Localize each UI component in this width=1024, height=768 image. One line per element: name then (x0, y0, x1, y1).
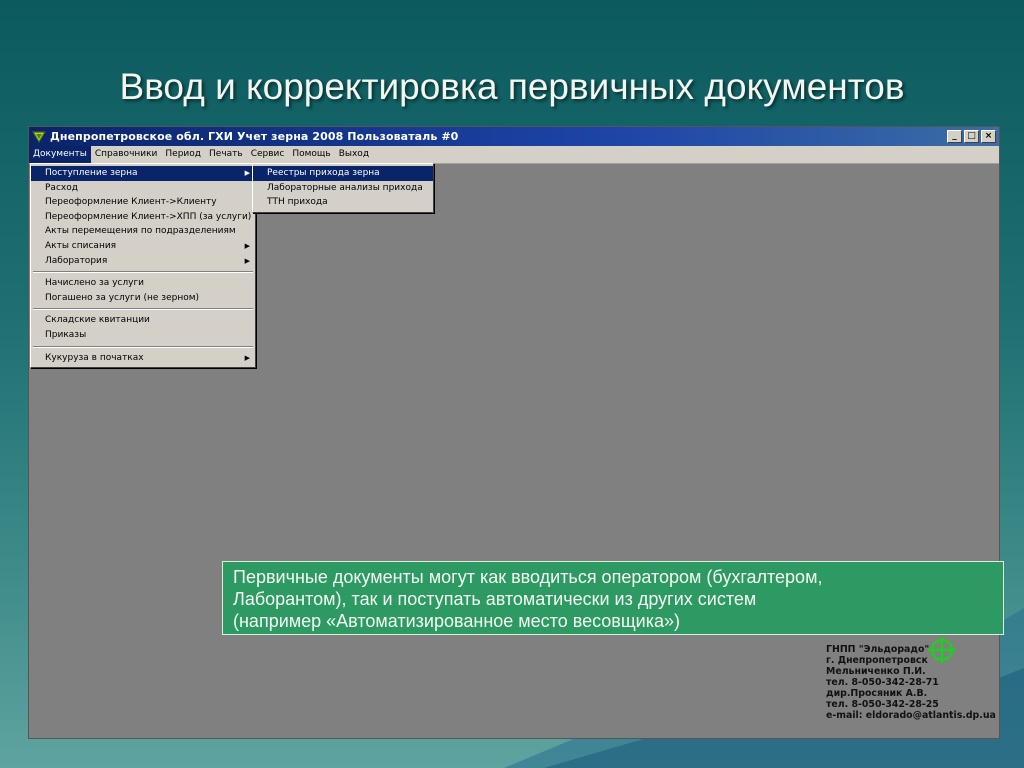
company-line: тел. 8-050-342-28-71 (826, 677, 939, 688)
menu-service[interactable]: Сервис (247, 146, 289, 163)
close-button[interactable]: × (981, 130, 996, 143)
menu-separator (33, 345, 253, 348)
menu-separator (33, 308, 253, 311)
menu-item-label: Поступление зерна (45, 168, 138, 178)
menu-exit[interactable]: Выход (335, 146, 373, 163)
menu-print[interactable]: Печать (205, 146, 247, 163)
menu-period[interactable]: Период (161, 146, 205, 163)
menu-item-label: Лаборатория (45, 255, 108, 266)
menu-item-label: Складские квитанции (45, 315, 150, 326)
menu-item-writeoff-acts[interactable]: Акты списания ▶ (31, 239, 255, 254)
menu-item-grain-registers[interactable]: Реестры прихода зерна (253, 166, 433, 181)
info-line: Лаборантом), так и поступать автоматичес… (233, 589, 757, 609)
menu-documents[interactable]: Документы (29, 146, 91, 163)
app-icon (32, 130, 46, 143)
submenu-arrow-icon: ▶ (244, 353, 250, 362)
menu-item-label: Кукуруза в початках (45, 352, 144, 363)
menu-item-label: Акты перемещения по подразделениям (45, 226, 236, 237)
menu-item-label: Лабораторные анализы прихода (267, 182, 423, 193)
window-title: Днепропетровское обл. ГХИ Учет зерна 200… (50, 130, 459, 143)
company-line: г. Днепропетровск (826, 655, 928, 666)
menu-item-laboratory[interactable]: Лаборатория ▶ (31, 254, 255, 269)
menu-item-label: Акты списания (45, 240, 117, 251)
window-titlebar[interactable]: Днепропетровское обл. ГХИ Учет зерна 200… (29, 127, 999, 146)
submenu-arrow-icon: ▶ (244, 241, 250, 250)
menu-separator (33, 271, 253, 274)
company-email: e-mail: eldorado@atlantis.dp.ua (826, 710, 996, 721)
menu-item-corn-cobs[interactable]: Кукуруза в початках ▶ (31, 351, 255, 366)
menu-item-grain-income[interactable]: Поступление зерна ▶ (31, 166, 255, 181)
maximize-button[interactable]: □ (964, 130, 979, 143)
menu-item-label: Переоформление Клиент->ХПП (за услуги) (45, 211, 252, 222)
info-line: Первичные документы могут как вводиться … (233, 567, 823, 587)
menu-item-label: Начислено за услуги (45, 278, 145, 289)
submenu-arrow-icon: ▶ (244, 169, 250, 177)
menu-item-warehouse-receipts[interactable]: Складские квитанции (31, 313, 255, 328)
company-contacts: ГНПП "Эльдорадо" г. Днепропетровск Мельн… (826, 644, 1006, 721)
menu-item-label: ТТН прихода (267, 197, 328, 208)
menu-references[interactable]: Справочники (91, 146, 162, 163)
company-line: ГНПП "Эльдорадо" (826, 644, 930, 655)
slide-title: Ввод и корректировка первичных документо… (119, 66, 905, 107)
menu-item-transfer-acts[interactable]: Акты перемещения по подразделениям (31, 224, 255, 239)
menu-item-label: Реестры прихода зерна (267, 168, 380, 178)
documents-dropdown: Поступление зерна ▶ Расход Переоформлени… (30, 163, 256, 369)
menu-item-orders[interactable]: Приказы (31, 328, 255, 343)
info-line: (например «Автоматизированное место весо… (233, 611, 681, 631)
menu-item-label: Переоформление Клиент->Клиенту (45, 197, 217, 208)
menu-item-reissue-client[interactable]: Переоформление Клиент->Клиенту (31, 195, 255, 210)
menu-item-label: Приказы (45, 329, 87, 340)
submenu-arrow-icon: ▶ (244, 256, 250, 265)
menu-item-ttn-income[interactable]: ТТН прихода (253, 195, 433, 210)
minimize-button[interactable]: _ (947, 130, 962, 143)
menu-item-expense[interactable]: Расход (31, 181, 255, 196)
menubar: Документы Справочники Период Печать Серв… (29, 146, 999, 164)
info-callout: Первичные документы могут как вводиться … (222, 561, 1004, 635)
menu-item-label: Погашено за услуги (не зерном) (45, 292, 200, 303)
menu-item-label: Расход (45, 182, 78, 193)
grain-income-submenu: Реестры прихода зерна Лабораторные анали… (252, 163, 434, 213)
company-line: Мельниченко П.И. (826, 666, 926, 677)
company-line: тел. 8-050-342-28-25 (826, 699, 939, 710)
menu-item-service-paid[interactable]: Погашено за услуги (не зерном) (31, 291, 255, 306)
menu-help[interactable]: Помощь (288, 146, 334, 163)
menu-item-lab-analyses[interactable]: Лабораторные анализы прихода (253, 181, 433, 196)
company-line: дир.Просяник А.В. (826, 688, 928, 699)
menu-item-reissue-hpp[interactable]: Переоформление Клиент->ХПП (за услуги) (31, 210, 255, 225)
menu-item-service-charged[interactable]: Начислено за услуги (31, 276, 255, 291)
